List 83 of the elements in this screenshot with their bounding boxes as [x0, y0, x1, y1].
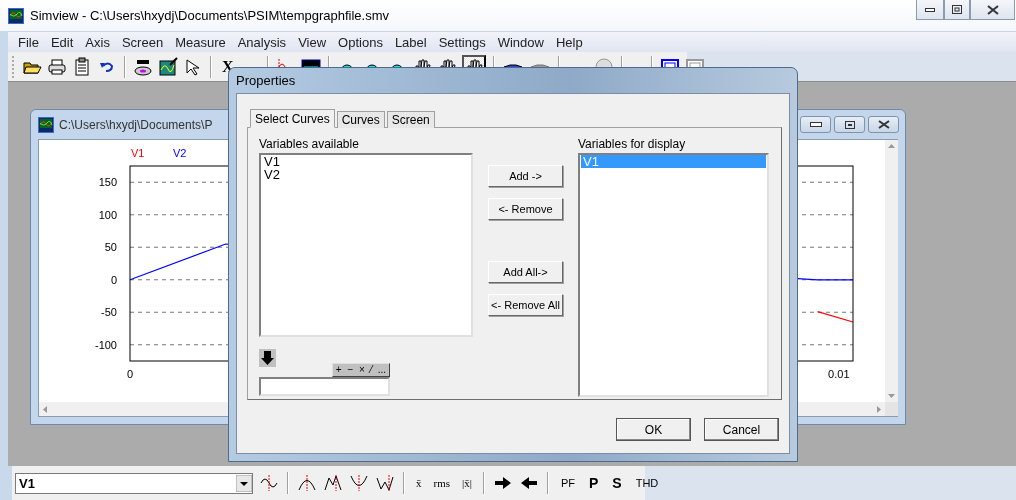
data-line [817, 311, 854, 323]
clipboard-icon[interactable] [72, 56, 92, 77]
menu-item[interactable]: Analysis [231, 34, 293, 50]
peak-icon[interactable] [297, 473, 317, 493]
peaks-icon[interactable] [323, 473, 343, 493]
menu-item[interactable]: File [12, 34, 45, 50]
tab[interactable]: Select Curves [250, 109, 335, 128]
printer-icon[interactable] [47, 56, 67, 77]
minimize-button[interactable] [916, 0, 944, 20]
graph-window-icon [38, 116, 54, 133]
transfer-button[interactable]: Add -> [488, 165, 563, 187]
window-title: Simview - C:\Users\hxydj\Documents\PSIM\tempgraphfile.smv [30, 8, 390, 23]
transfer-button[interactable]: Add All-> [488, 261, 563, 283]
maximize-button[interactable] [944, 0, 970, 20]
axis-label: 0.01 [828, 368, 850, 380]
close-icon [986, 4, 999, 15]
wave-icon[interactable] [259, 473, 279, 493]
valleys-icon[interactable] [375, 473, 395, 493]
axis-label: 0 [110, 273, 117, 286]
ok-button[interactable]: OK [616, 418, 691, 441]
dropdown-arrow-icon [236, 474, 252, 492]
menu-item[interactable]: Axis [79, 34, 116, 50]
menu-item[interactable]: Screen [115, 34, 170, 50]
operator-button[interactable]: − [347, 365, 354, 375]
statistic-button[interactable]: x̄ [413, 472, 425, 494]
transfer-button[interactable]: <- Remove [488, 198, 563, 220]
scroll-left-icon [43, 405, 47, 413]
tab[interactable]: Curves [336, 111, 385, 128]
maximize-icon [844, 120, 855, 129]
minimize-icon [925, 7, 935, 12]
legend-label: V1 [131, 147, 145, 159]
operator-button[interactable]: × [358, 365, 365, 375]
minimize-icon [809, 122, 822, 127]
graph-window-title: C:\Users\hxydj\Documents\P [59, 117, 213, 132]
list-label: Variables available [259, 137, 360, 153]
operator-button[interactable]: + [335, 365, 342, 375]
menu-item[interactable]: Label [388, 34, 433, 50]
scroll-up-icon [888, 144, 895, 148]
menu-item[interactable]: Help [549, 34, 589, 50]
list-item[interactable]: V2 [262, 168, 470, 181]
vertical-scrollbar[interactable] [885, 140, 898, 402]
menu-item[interactable]: Edit [44, 34, 80, 50]
axis-label: 100 [98, 208, 117, 221]
close-button[interactable] [970, 0, 1015, 20]
app-icon [8, 7, 24, 24]
axis-label: 0 [126, 368, 134, 380]
axis-label: 150 [98, 176, 117, 189]
menu-item[interactable]: Settings [432, 34, 492, 50]
legend-label: V2 [173, 147, 187, 159]
available-list[interactable]: V1 V2 [259, 153, 473, 337]
scroll-down-icon [888, 394, 895, 398]
cancel-button[interactable]: Cancel [704, 418, 779, 441]
operator-button[interactable]: ⁄ [370, 365, 373, 375]
operator-button[interactable]: ... [377, 365, 387, 375]
axis-label: -50 [101, 306, 117, 319]
power-button[interactable]: P [584, 472, 603, 494]
close-icon [877, 120, 890, 129]
power-button[interactable]: PF [556, 472, 579, 494]
list-label: Variables for display [578, 137, 687, 153]
power-button[interactable]: S [608, 472, 626, 494]
minimize-button[interactable] [800, 116, 831, 133]
transfer-button[interactable]: <- Remove All [488, 294, 563, 316]
close-button[interactable] [868, 116, 899, 133]
variable-dropdown[interactable]: V1 [15, 472, 253, 494]
menu-item[interactable]: Options [332, 34, 389, 50]
maximize-button[interactable] [834, 116, 865, 133]
maximize-icon [952, 5, 962, 14]
statistic-button[interactable]: rms [430, 472, 453, 494]
list-item[interactable]: V1 [262, 155, 470, 168]
chart-icon[interactable] [158, 56, 178, 77]
axis-label: -100 [94, 338, 117, 351]
menu-item[interactable]: Measure [169, 34, 232, 50]
scroll-right-icon [877, 405, 881, 413]
tab[interactable]: Screen [386, 111, 435, 128]
axis-label: 50 [104, 241, 117, 254]
down-arrow-icon[interactable] [259, 349, 276, 367]
menu-item[interactable]: View [292, 34, 333, 50]
valley-icon[interactable] [349, 473, 369, 493]
expression-field[interactable] [259, 377, 390, 396]
statistic-button[interactable]: |x̄| [459, 472, 475, 494]
menu-item[interactable]: Window [491, 34, 550, 50]
power-button[interactable]: THD [631, 472, 663, 494]
dialog-title: Properties [236, 73, 296, 88]
